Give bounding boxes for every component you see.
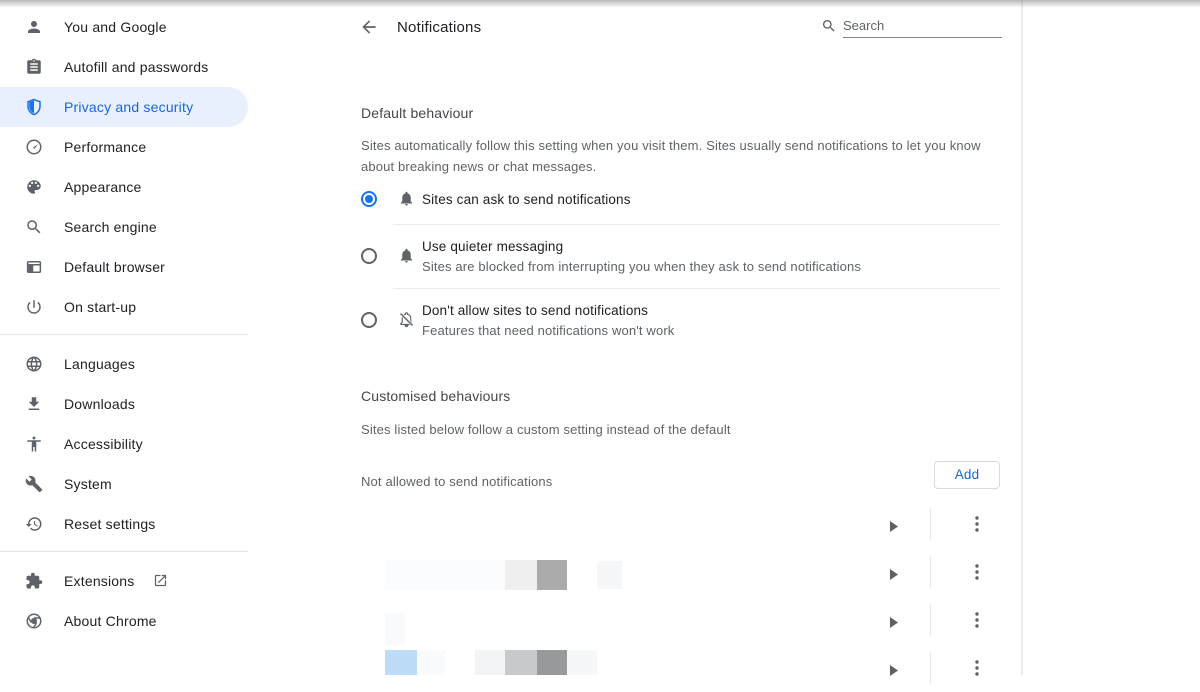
person-icon	[25, 18, 43, 36]
sidebar-item-on-startup[interactable]: On start-up	[0, 287, 248, 327]
row-divider	[930, 556, 931, 588]
option-label[interactable]: Don't allow sites to send notifications	[422, 303, 648, 318]
page-title: Notifications	[397, 19, 481, 36]
browser-window-icon	[25, 258, 43, 276]
magnifier-icon	[25, 218, 43, 236]
history-icon	[25, 515, 43, 533]
kebab-menu-icon[interactable]	[975, 612, 979, 628]
sidebar-item-label: About Chrome	[64, 613, 157, 629]
option-divider	[393, 288, 1000, 289]
bell-off-icon	[398, 311, 415, 328]
site-row[interactable]	[361, 500, 1001, 548]
option-label[interactable]: Use quieter messaging	[422, 239, 563, 254]
kebab-menu-icon[interactable]	[975, 660, 979, 676]
sidebar-item-accessibility[interactable]: Accessibility	[0, 424, 248, 464]
sidebar-item-you-and-google[interactable]: You and Google	[0, 7, 248, 47]
sidebar-item-appearance[interactable]: Appearance	[0, 167, 248, 207]
section-title-customised-behaviours: Customised behaviours	[361, 388, 510, 404]
power-icon	[25, 298, 43, 316]
sidebar-item-privacy-and-security[interactable]: Privacy and security	[0, 87, 248, 127]
sidebar-item-label: Reset settings	[64, 516, 156, 532]
chevron-right-icon[interactable]	[890, 663, 898, 674]
site-row[interactable]	[361, 596, 1001, 644]
sidebar-item-extensions[interactable]: Extensions	[0, 561, 248, 601]
sidebar-item-performance[interactable]: Performance	[0, 127, 248, 167]
settings-sidebar: You and Google Autofill and passwords Pr…	[0, 0, 248, 675]
site-row[interactable]	[361, 644, 1001, 692]
content-right-edge	[1021, 0, 1023, 675]
sidebar-item-label: Search engine	[64, 219, 157, 235]
option-sublabel: Features that need notifications won't w…	[422, 323, 674, 338]
speedometer-icon	[25, 138, 43, 156]
not-allowed-label: Not allowed to send notifications	[361, 471, 552, 492]
sidebar-divider	[0, 334, 248, 335]
sidebar-item-label: Autofill and passwords	[64, 59, 208, 75]
sidebar-item-languages[interactable]: Languages	[0, 344, 248, 384]
sidebar-item-label: System	[64, 476, 112, 492]
sidebar-item-system[interactable]: System	[0, 464, 248, 504]
sidebar-item-label: You and Google	[64, 19, 167, 35]
sidebar-divider	[0, 551, 248, 552]
chevron-right-icon[interactable]	[890, 519, 898, 530]
add-button[interactable]: Add	[934, 461, 1000, 489]
bell-icon	[398, 190, 415, 207]
radio-dont-allow[interactable]	[361, 312, 377, 328]
default-behaviour-description: Sites automatically follow this setting …	[361, 135, 1006, 177]
puzzle-icon	[25, 572, 43, 590]
chrome-logo-icon	[25, 612, 43, 630]
radio-sites-can-ask[interactable]	[361, 191, 377, 207]
sidebar-item-label: Privacy and security	[64, 99, 193, 115]
row-divider	[930, 652, 931, 684]
kebab-menu-icon[interactable]	[975, 516, 979, 532]
sidebar-item-label: Accessibility	[64, 436, 143, 452]
section-title-default-behaviour: Default behaviour	[361, 105, 473, 121]
sidebar-item-autofill[interactable]: Autofill and passwords	[0, 47, 248, 87]
palette-icon	[25, 178, 43, 196]
chevron-right-icon[interactable]	[890, 567, 898, 578]
row-divider	[930, 508, 931, 540]
sidebar-item-label: Default browser	[64, 259, 165, 275]
download-icon	[25, 395, 43, 413]
globe-icon	[25, 355, 43, 373]
sidebar-item-label: Downloads	[64, 396, 135, 412]
sidebar-item-label: Performance	[64, 139, 146, 155]
option-sublabel: Sites are blocked from interrupting you …	[422, 259, 861, 274]
sidebar-item-default-browser[interactable]: Default browser	[0, 247, 248, 287]
bell-icon	[398, 247, 415, 264]
search-input[interactable]	[843, 13, 1002, 38]
search-icon	[821, 18, 837, 34]
kebab-menu-icon[interactable]	[975, 564, 979, 580]
row-divider	[930, 604, 931, 636]
site-row[interactable]	[361, 548, 1001, 596]
autofill-icon	[25, 58, 43, 76]
back-arrow-icon[interactable]	[359, 17, 379, 37]
sidebar-item-label: On start-up	[64, 299, 136, 315]
sidebar-item-label: Appearance	[64, 179, 142, 195]
chevron-right-icon[interactable]	[890, 615, 898, 626]
sidebar-item-search-engine[interactable]: Search engine	[0, 207, 248, 247]
external-link-icon	[153, 573, 168, 588]
accessibility-icon	[25, 435, 43, 453]
option-divider	[393, 224, 1000, 225]
option-label[interactable]: Sites can ask to send notifications	[422, 192, 631, 207]
wrench-icon	[25, 475, 43, 493]
sidebar-item-label: Extensions	[64, 573, 134, 589]
sidebar-item-downloads[interactable]: Downloads	[0, 384, 248, 424]
sidebar-item-reset-settings[interactable]: Reset settings	[0, 504, 248, 544]
sidebar-item-label: Languages	[64, 356, 135, 372]
customised-description: Sites listed below follow a custom setti…	[361, 419, 1006, 440]
radio-quieter-messaging[interactable]	[361, 248, 377, 264]
sidebar-item-about-chrome[interactable]: About Chrome	[0, 601, 248, 641]
shield-icon	[25, 98, 43, 116]
